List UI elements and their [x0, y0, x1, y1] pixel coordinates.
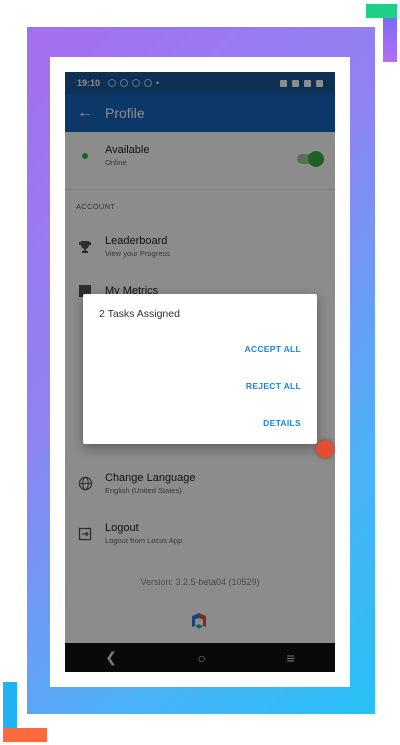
reject-all-button[interactable]: REJECT ALL: [246, 381, 301, 391]
decorative-green-bar: [366, 4, 397, 18]
decorative-orange-bar: [3, 728, 47, 742]
tasks-assigned-dialog: 2 Tasks Assigned ACCEPT ALL REJECT ALL D…: [83, 294, 317, 444]
decorative-purple-bar: [383, 18, 397, 62]
decorative-blue-bar: [3, 682, 17, 728]
dialog-title: 2 Tasks Assigned: [99, 308, 180, 320]
details-button[interactable]: DETAILS: [263, 418, 301, 428]
accept-all-button[interactable]: ACCEPT ALL: [244, 344, 301, 354]
floating-notification-bubble[interactable]: [316, 440, 334, 458]
